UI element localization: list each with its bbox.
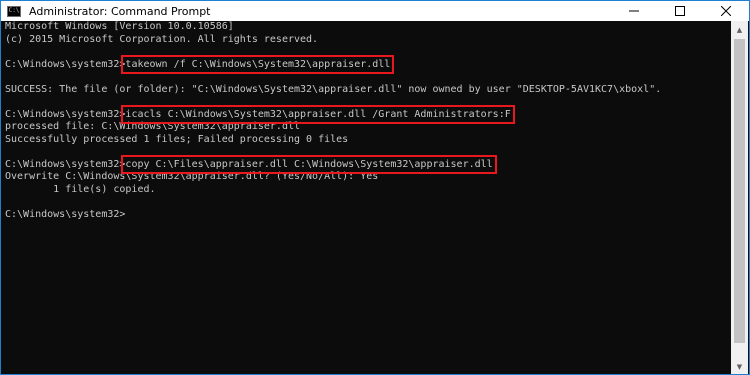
minimize-button[interactable] xyxy=(611,1,657,21)
title-bar[interactable]: C:\ Administrator: Command Prompt xyxy=(1,1,749,21)
console-line: (c) 2015 Microsoft Corporation. All righ… xyxy=(5,34,661,47)
scroll-up-icon[interactable]: ▲ xyxy=(731,21,748,38)
prompt-text: C:\Windows\system32> xyxy=(5,58,126,70)
output-text: 1 file(s) copied. xyxy=(5,183,156,195)
output-text: Microsoft Windows [Version 10.0.10586] xyxy=(5,21,234,32)
vertical-scrollbar[interactable]: ▲ ▼ xyxy=(731,21,748,374)
close-button[interactable] xyxy=(703,1,749,21)
scrollbar-thumb[interactable] xyxy=(734,39,745,343)
console-line: 1 file(s) copied. xyxy=(5,184,661,197)
console-line: C:\Windows\system32>icacls C:\Windows\Sy… xyxy=(5,104,661,124)
command-prompt-window: C:\ Administrator: Command Prompt Micros… xyxy=(0,0,750,375)
maximize-icon xyxy=(675,6,685,16)
cmd-icon: C:\ xyxy=(7,5,21,17)
output-text: Overwrite C:\Windows\System32\appraiser.… xyxy=(5,171,379,182)
output-text: (c) 2015 Microsoft Corporation. All righ… xyxy=(5,33,319,45)
console-output[interactable]: Microsoft Windows [Version 10.0.10586] (c… xyxy=(2,21,732,374)
scroll-down-icon[interactable]: ▼ xyxy=(731,358,748,374)
window-controls xyxy=(611,1,749,21)
console-line: Successfully processed 1 files; Failed p… xyxy=(5,134,661,147)
output-text: Successfully processed 1 files; Failed p… xyxy=(5,133,349,145)
prompt-text: C:\Windows\system32> xyxy=(5,208,126,220)
output-text: processed file: C:\Windows\System32\appr… xyxy=(5,121,301,132)
minimize-icon xyxy=(629,10,639,12)
console-line: Overwrite C:\Windows\System32\appraiser.… xyxy=(5,171,661,184)
console-line: C:\Windows\system32>copy C:\Files\apprai… xyxy=(5,154,661,174)
console-line: C:\Windows\system32> xyxy=(5,209,661,222)
highlighted-command: copy C:\Files\appraiser.dll C:\Windows\S… xyxy=(121,154,497,174)
console-line: processed file: C:\Windows\System32\appr… xyxy=(5,121,661,134)
prompt-text: C:\Windows\system32> xyxy=(5,158,126,170)
console-lines: Microsoft Windows [Version 10.0.10586] (c… xyxy=(5,21,661,221)
highlighted-command: icacls C:\Windows\System32\appraiser.dll… xyxy=(121,104,515,124)
maximize-button[interactable] xyxy=(657,1,703,21)
console-line: Microsoft Windows [Version 10.0.10586] xyxy=(5,21,661,34)
output-text: SUCCESS: The file (or folder): "C:\Windo… xyxy=(5,83,662,95)
highlighted-command: takeown /f C:\Windows\System32\appraiser… xyxy=(121,54,395,74)
console-line: C:\Windows\system32>takeown /f C:\Window… xyxy=(5,54,661,74)
prompt-text: C:\Windows\system32> xyxy=(5,108,126,120)
console-line: SUCCESS: The file (or folder): "C:\Windo… xyxy=(5,84,661,97)
window-title: Administrator: Command Prompt xyxy=(29,4,211,18)
close-icon xyxy=(721,6,731,16)
